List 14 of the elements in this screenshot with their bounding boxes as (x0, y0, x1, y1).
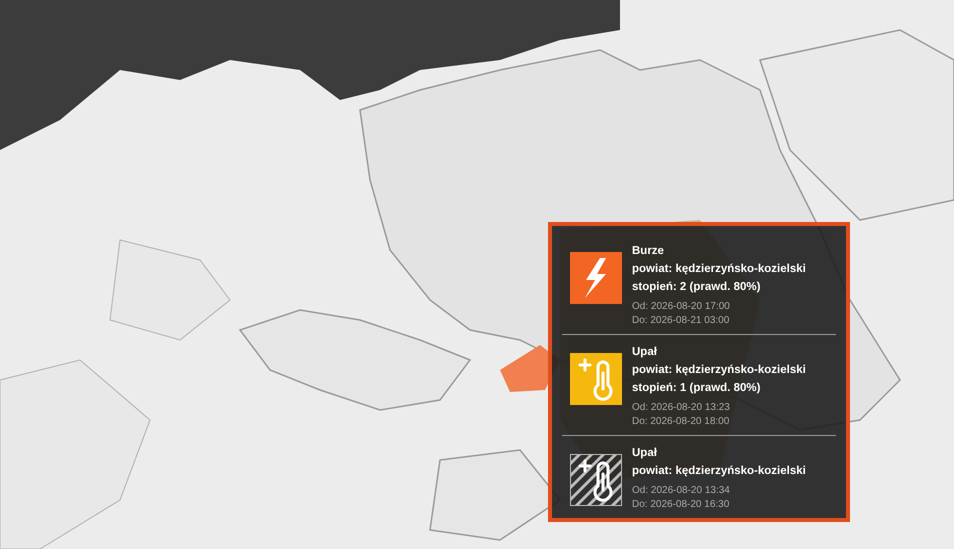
degree-label: stopień: 1 (prawd. 80%) (632, 381, 762, 396)
degree-label: stopień: 2 (prawd. 80%) (632, 280, 762, 295)
start-time: Od: 2026-08-20 13:23 (632, 401, 731, 415)
district-label: powiat: kędzierzyńsko-kozielski (632, 363, 806, 378)
start-time: Od: 2026-08-20 17:00 (632, 300, 731, 314)
end-time: Do: 2026-08-20 16:30 (632, 498, 730, 512)
warning-title: Burze (632, 244, 665, 259)
warning-title: Upał (632, 446, 658, 461)
district-label: powiat: kędzierzyńsko-kozielski (632, 262, 806, 277)
start-time: Od: 2026-08-20 13:34 (632, 484, 731, 498)
end-time: Do: 2026-08-21 03:00 (632, 314, 730, 328)
district-label: powiat: kędzierzyńsko-kozielski (632, 464, 806, 479)
warning-title: Upał (632, 345, 658, 360)
end-time: Do: 2026-08-20 18:00 (632, 415, 730, 429)
